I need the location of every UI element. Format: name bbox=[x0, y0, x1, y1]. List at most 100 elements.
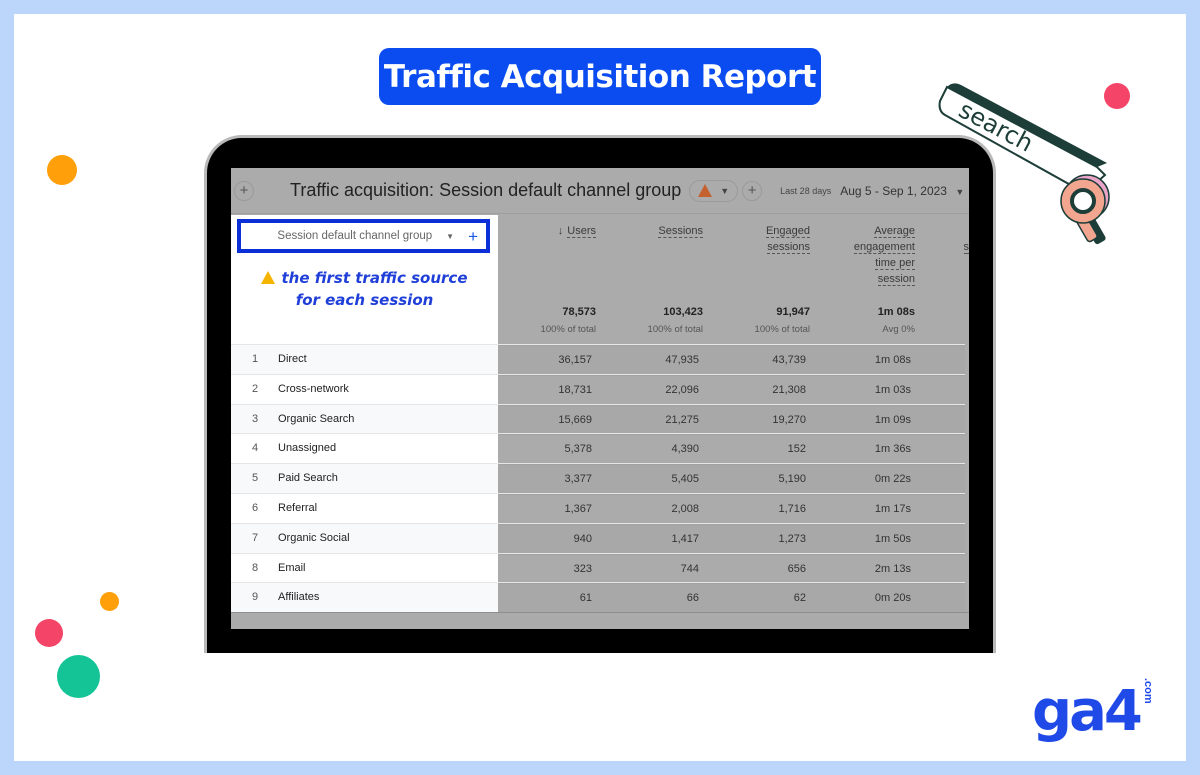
cell-engaged-sessions: 152 bbox=[787, 443, 806, 456]
cell-engaged-sessions: 62 bbox=[793, 592, 806, 605]
cell-sessions: 22,096 bbox=[665, 383, 699, 396]
table-row[interactable]: 9 Affiliates 61 66 62 0m 20s bbox=[231, 582, 965, 613]
cell-engaged-sessions: 5,190 bbox=[778, 473, 806, 486]
cell-users: 323 bbox=[573, 562, 592, 575]
chevron-down-icon: ▼ bbox=[955, 186, 965, 197]
ga4-report-screen: + Traffic acquisition: Session default c… bbox=[231, 168, 969, 629]
table-row[interactable]: 6 Referral 1,367 2,008 1,716 1m 17s bbox=[231, 492, 965, 523]
channel-name[interactable]: Paid Search bbox=[278, 472, 338, 484]
warning-triangle-icon bbox=[698, 184, 713, 197]
row-dimension-cell: 7 Organic Social bbox=[231, 523, 498, 553]
add-dimension-icon[interactable]: + bbox=[468, 228, 478, 245]
row-dimension-cell: 3 Organic Search bbox=[231, 404, 498, 434]
cell-sessions: 1,417 bbox=[671, 532, 699, 545]
channel-name[interactable]: Affiliates bbox=[278, 591, 319, 603]
subtotal-engaged-sessions: 100% of total bbox=[754, 324, 810, 335]
dimension-selector-highlight[interactable]: Session default channel group ▼ + bbox=[237, 219, 490, 253]
cell-users: 5,378 bbox=[564, 443, 592, 456]
plus-icon: + bbox=[747, 182, 757, 199]
logo-text: ga4 bbox=[1032, 679, 1143, 744]
table-row[interactable]: 1 Direct 36,157 47,935 43,739 1m 08s bbox=[231, 344, 965, 374]
total-engaged-sessions: 91,947 bbox=[776, 306, 810, 318]
table-row[interactable]: 2 Cross-network 18,731 22,096 21,308 1m 03s bbox=[231, 373, 965, 404]
row-dimension-cell: 2 Cross-network bbox=[231, 374, 498, 404]
chevron-down-icon: ▼ bbox=[720, 185, 730, 196]
column-header-users[interactable]: ↓ Users bbox=[558, 223, 596, 239]
row-dimension-cell: 8 Email bbox=[231, 553, 498, 583]
column-header-sessions[interactable]: Sessions bbox=[658, 223, 703, 239]
cell-users: 3,377 bbox=[564, 473, 592, 486]
cell-sessions: 21,275 bbox=[665, 413, 699, 426]
table-row[interactable]: 3 Organic Search 15,669 21,275 19,270 1m 09s bbox=[231, 403, 965, 434]
warning-icon bbox=[261, 271, 276, 284]
table-footer bbox=[231, 612, 969, 629]
row-metrics: 3,377 5,405 5,190 0m 22s bbox=[498, 464, 965, 493]
row-metrics: 18,731 22,096 21,308 1m 03s bbox=[498, 374, 965, 404]
cell-sessions: 2,008 bbox=[671, 502, 699, 515]
dimension-selector-label: Session default channel group bbox=[277, 230, 433, 242]
cell-sessions: 4,390 bbox=[671, 443, 699, 456]
cell-engaged-sessions: 1,716 bbox=[778, 502, 806, 515]
column-header-engaged-sessions[interactable]: Engaged sessions bbox=[765, 223, 810, 255]
row-index: 8 bbox=[252, 561, 259, 574]
cell-avg-engagement-time: 1m 03s bbox=[874, 383, 911, 396]
row-index: 1 bbox=[252, 353, 259, 365]
channel-name[interactable]: Email bbox=[278, 562, 306, 574]
cell-sessions: 744 bbox=[680, 562, 699, 575]
row-index: 3 bbox=[252, 412, 259, 425]
column-header-partial[interactable]: s bbox=[963, 239, 969, 255]
table-row[interactable]: 4 Unassigned 5,378 4,390 152 1m 36s bbox=[231, 433, 965, 464]
cell-avg-engagement-time: 1m 36s bbox=[874, 443, 911, 456]
cell-sessions: 66 bbox=[686, 592, 699, 605]
row-dimension-cell: 4 Unassigned bbox=[231, 434, 498, 464]
date-range-label: Last 28 days bbox=[780, 185, 832, 196]
cell-engaged-sessions: 19,270 bbox=[772, 413, 806, 426]
cell-users: 18,731 bbox=[558, 383, 592, 396]
sort-down-arrow-icon: ↓ bbox=[557, 225, 564, 237]
channel-name[interactable]: Referral bbox=[278, 502, 317, 514]
row-index: 6 bbox=[252, 501, 259, 514]
channel-name[interactable]: Organic Social bbox=[278, 532, 350, 544]
channel-name[interactable]: Unassigned bbox=[278, 442, 336, 454]
note-line-1: the first traffic source bbox=[281, 269, 468, 287]
row-metrics: 36,157 47,935 43,739 1m 08s bbox=[498, 345, 965, 374]
row-metrics: 323 744 656 2m 13s bbox=[498, 553, 965, 583]
subtotal-users: 100% of total bbox=[540, 324, 596, 335]
report-banner-title: Traffic Acquisition Report bbox=[379, 48, 821, 105]
row-dimension-cell: 5 Paid Search bbox=[231, 464, 498, 493]
report-table-body: 1 Direct 36,157 47,935 43,739 1m 08s 2 Cross-ne… bbox=[231, 344, 965, 613]
chevron-down-icon: ▼ bbox=[446, 231, 455, 241]
cell-users: 61 bbox=[579, 592, 592, 605]
data-quality-chip[interactable]: ▼ bbox=[689, 179, 739, 202]
row-index: 7 bbox=[252, 531, 259, 544]
note-line-2: for each session bbox=[295, 291, 434, 309]
date-range-picker[interactable]: Aug 5 - Sep 1, 2023 ▼ bbox=[840, 184, 964, 198]
row-dimension-cell: 1 Direct bbox=[231, 345, 498, 374]
cell-engaged-sessions: 656 bbox=[787, 562, 806, 575]
row-index: 4 bbox=[252, 442, 259, 455]
column-header-avg-engagement-time[interactable]: Average engagement time per session bbox=[853, 223, 915, 287]
row-dimension-cell: 9 Affiliates bbox=[231, 583, 498, 613]
table-row[interactable]: 7 Organic Social 940 1,417 1,273 1m 50s bbox=[231, 522, 965, 553]
cell-avg-engagement-time: 1m 50s bbox=[874, 532, 911, 545]
total-users: 78,573 bbox=[562, 306, 596, 318]
add-comparison-button[interactable]: + bbox=[234, 180, 254, 201]
ga4-logo: ga4 .com bbox=[1032, 678, 1166, 744]
table-row[interactable]: 5 Paid Search 3,377 5,405 5,190 0m 22s bbox=[231, 463, 965, 493]
decor-dot-green bbox=[57, 655, 100, 698]
cell-engaged-sessions: 21,308 bbox=[772, 383, 806, 396]
cell-avg-engagement-time: 0m 22s bbox=[874, 473, 911, 486]
cell-users: 15,669 bbox=[558, 413, 592, 426]
decor-dot-orange bbox=[47, 155, 77, 185]
cell-avg-engagement-time: 1m 09s bbox=[874, 413, 911, 426]
cell-sessions: 5,405 bbox=[671, 473, 699, 486]
add-filter-button[interactable]: + bbox=[742, 180, 763, 201]
cell-users: 940 bbox=[573, 532, 592, 545]
table-row[interactable]: 8 Email 323 744 656 2m 13s bbox=[231, 552, 965, 583]
cell-avg-engagement-time: 1m 17s bbox=[874, 502, 911, 515]
row-metrics: 61 66 62 0m 20s bbox=[498, 583, 965, 613]
channel-name[interactable]: Organic Search bbox=[278, 413, 354, 425]
channel-name[interactable]: Cross-network bbox=[278, 383, 349, 395]
subtotal-sessions: 100% of total bbox=[647, 324, 703, 335]
channel-name[interactable]: Direct bbox=[278, 353, 307, 365]
